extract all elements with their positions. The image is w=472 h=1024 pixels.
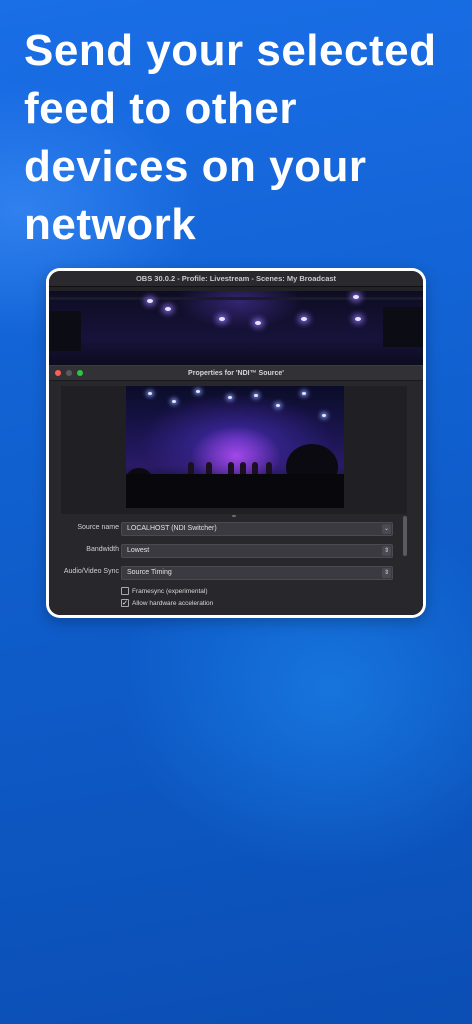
- bandwidth-row: Bandwidth Lowest ⇕: [49, 544, 423, 558]
- stage-light: [302, 392, 306, 395]
- speaker-left: [49, 311, 81, 351]
- bandwidth-label: Bandwidth: [86, 546, 119, 553]
- source-name-row: Source name LOCALHOST (NDI Switcher) ⌄: [49, 522, 423, 536]
- chevron-down-icon: ⌄: [382, 524, 391, 534]
- up-down-chevron-icon: ⇕: [382, 546, 391, 556]
- checkmark-icon: ✓: [122, 600, 128, 607]
- device-frame: OBS 30.0.2 - Profile: Livestream - Scene…: [46, 268, 426, 618]
- av-sync-row: Audio/Video Sync Source Timing ⇕: [49, 566, 423, 580]
- source-name-label: Source name: [77, 524, 119, 531]
- stage-light: [255, 321, 261, 325]
- framesync-checkbox[interactable]: [121, 587, 129, 595]
- speaker-right: [383, 307, 423, 347]
- av-sync-select[interactable]: Source Timing ⇕: [121, 566, 393, 580]
- lighting-truss: [49, 297, 423, 300]
- source-name-select[interactable]: LOCALHOST (NDI Switcher) ⌄: [121, 522, 393, 536]
- bandwidth-value: Lowest: [127, 547, 150, 554]
- av-sync-value: Source Timing: [127, 569, 172, 576]
- bandwidth-select[interactable]: Lowest ⇕: [121, 544, 393, 558]
- stage-light: [353, 295, 359, 299]
- stage-light: [165, 307, 171, 311]
- hw-accel-checkbox-row[interactable]: ✓ Allow hardware acceleration: [121, 598, 213, 608]
- dialog-titlebar[interactable]: Properties for 'NDI™ Source': [49, 366, 423, 381]
- stage-light: [355, 317, 361, 321]
- source-preview-area: [61, 386, 407, 514]
- stage-light: [219, 317, 225, 321]
- stage-light: [322, 414, 326, 417]
- stage-light: [254, 394, 258, 397]
- stage-light: [301, 317, 307, 321]
- hw-accel-label: Allow hardware acceleration: [132, 599, 214, 607]
- stage-light: [228, 396, 232, 399]
- hw-accel-checkbox[interactable]: ✓: [121, 599, 129, 607]
- splitter-handle[interactable]: [232, 515, 236, 517]
- framesync-checkbox-row[interactable]: Framesync (experimental): [121, 586, 208, 596]
- stage-light: [172, 400, 176, 403]
- av-sync-label: Audio/Video Sync: [63, 568, 119, 575]
- stage-light: [147, 299, 153, 303]
- source-name-value: LOCALHOST (NDI Switcher): [127, 525, 217, 532]
- framesync-label: Framesync (experimental): [132, 587, 208, 595]
- ndi-properties-dialog: Properties for 'NDI™ Source' Source name…: [49, 365, 423, 615]
- audience: [126, 474, 344, 508]
- stage-light: [276, 404, 280, 407]
- headline: Send your selected feed to other devices…: [24, 26, 437, 249]
- stage-light: [148, 392, 152, 395]
- obs-program-preview: [49, 291, 423, 371]
- dialog-title: Properties for 'NDI™ Source': [188, 369, 284, 377]
- obs-screen: OBS 30.0.2 - Profile: Livestream - Scene…: [49, 271, 423, 615]
- up-down-chevron-icon: ⇕: [382, 568, 391, 578]
- ndi-source-preview-image: [126, 386, 344, 508]
- obs-window-title: OBS 30.0.2 - Profile: Livestream - Scene…: [49, 271, 423, 287]
- stage-light: [196, 390, 200, 393]
